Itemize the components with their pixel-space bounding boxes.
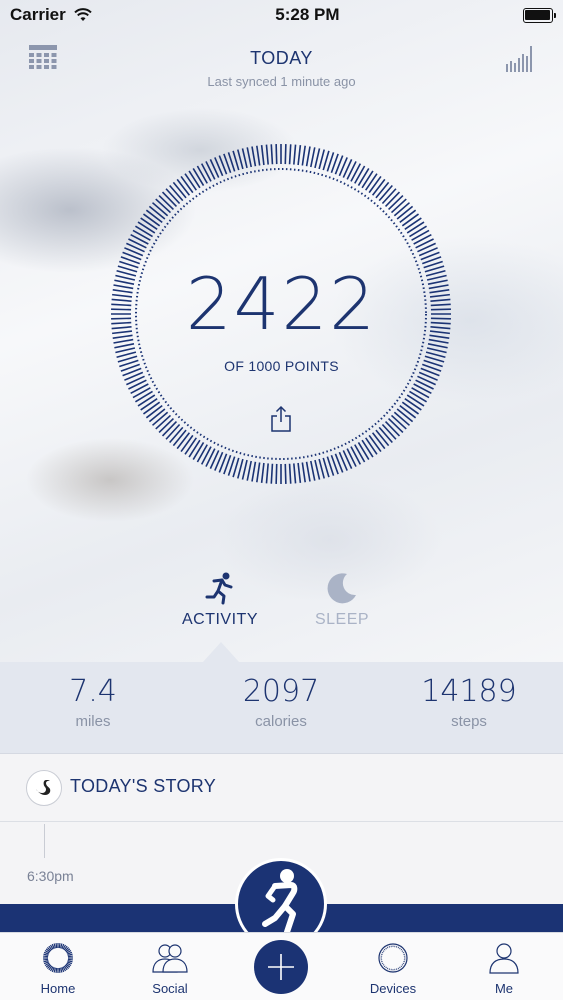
tab-home-label: Home	[40, 981, 76, 996]
tab-activity-label: ACTIVITY	[181, 611, 258, 628]
tab-home[interactable]: Home	[8, 941, 108, 996]
moon-icon	[327, 573, 356, 604]
mode-tabs: ACTIVITY SLEEP	[0, 568, 563, 662]
people-icon	[152, 944, 188, 973]
share-icon[interactable]	[270, 405, 292, 433]
tab-devices-label: Devices	[369, 981, 417, 996]
tab-activity[interactable]: ACTIVITY	[160, 568, 280, 629]
battery-icon	[522, 7, 556, 23]
sync-status: Last synced 1 minute ago	[207, 74, 356, 89]
story-header: TODAY'S STORY	[0, 754, 563, 822]
active-tab-pointer	[203, 642, 239, 662]
tab-me-label: Me	[494, 981, 514, 996]
wifi-icon	[74, 8, 92, 21]
tab-social[interactable]: Social	[120, 941, 220, 996]
points-value: 2422	[185, 262, 378, 346]
tab-devices[interactable]: Devices	[343, 941, 443, 996]
status-left: Carrier	[10, 5, 92, 25]
stat-calories: 2097 calories	[201, 674, 361, 730]
stat-calories-unit: calories	[255, 713, 307, 730]
stat-steps-unit: steps	[451, 713, 487, 730]
page-title: TODAY	[250, 48, 313, 68]
header: TODAY Last synced 1 minute ago	[0, 38, 563, 98]
stat-calories-value: 2097	[242, 674, 320, 709]
plus-icon	[268, 954, 294, 980]
stats-panel: 7.4 miles 2097 calories 14189 steps	[0, 662, 563, 754]
tab-sleep[interactable]: SLEEP	[282, 568, 402, 629]
stat-miles-value: 7.4	[69, 674, 117, 709]
status-time: 5:28 PM	[275, 5, 340, 24]
stat-miles-unit: miles	[75, 713, 111, 730]
stat-steps-value: 14189	[421, 674, 517, 709]
tab-social-label: Social	[152, 981, 188, 996]
stat-steps: 14189 steps	[389, 674, 549, 730]
carrier-label: Carrier	[10, 5, 66, 24]
swan-logo-icon	[26, 770, 62, 806]
timeline-line	[44, 824, 45, 858]
person-icon	[489, 943, 519, 974]
tab-me[interactable]: Me	[454, 941, 554, 996]
home-ring-icon	[43, 943, 73, 973]
bar-chart-icon[interactable]	[505, 42, 535, 72]
tab-sleep-label: SLEEP	[314, 611, 370, 628]
add-button[interactable]	[254, 940, 308, 994]
timeline-time: 6:30pm	[27, 868, 74, 884]
status-bar: Carrier 5:28 PM	[0, 0, 563, 30]
stat-miles: 7.4 miles	[13, 674, 173, 730]
device-icon	[378, 943, 408, 973]
running-person-icon	[205, 572, 233, 605]
story-title: TODAY'S STORY	[70, 776, 217, 796]
points-caption: OF 1000 POINTS	[224, 358, 339, 374]
